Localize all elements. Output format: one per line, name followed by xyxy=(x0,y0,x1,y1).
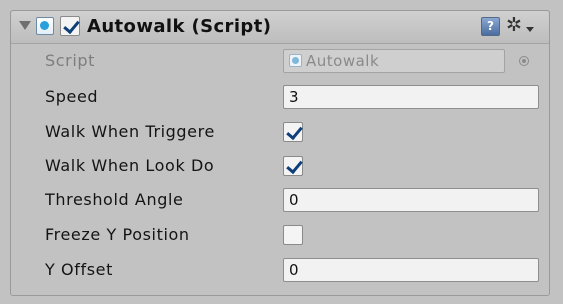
component-enabled-checkbox[interactable] xyxy=(60,16,80,36)
walk-when-triggered-checkbox[interactable] xyxy=(283,122,303,142)
component-title: Autowalk (Script) xyxy=(87,16,272,37)
script-object-field: Autowalk xyxy=(283,49,505,73)
checkmark-icon xyxy=(63,16,80,35)
foldout-arrow-icon[interactable] xyxy=(19,21,31,30)
row-walk-when-triggered: Walk When Triggere xyxy=(11,118,549,148)
script-file-icon xyxy=(289,54,302,67)
threshold-angle-label: Threshold Angle xyxy=(45,190,184,209)
row-y-offset: Y Offset 0 xyxy=(11,256,549,286)
checkmark-icon xyxy=(286,122,303,141)
component-header[interactable]: Autowalk (Script) ? ✲ xyxy=(11,11,549,44)
row-script: Script Autowalk xyxy=(11,47,549,77)
walk-when-look-down-checkbox[interactable] xyxy=(283,156,303,176)
gear-glyph: ✲ xyxy=(506,14,522,36)
script-icon xyxy=(36,17,54,35)
script-label: Script xyxy=(45,51,96,70)
row-walk-when-look-down: Walk When Look Do xyxy=(11,152,549,182)
row-freeze-y-position: Freeze Y Position xyxy=(11,221,549,251)
speed-input[interactable]: 3 xyxy=(283,85,539,109)
script-object-value: Autowalk xyxy=(306,52,380,70)
threshold-angle-input[interactable]: 0 xyxy=(283,188,539,212)
walk-when-look-down-label: Walk When Look Do xyxy=(45,156,215,175)
gear-icon[interactable]: ✲ xyxy=(506,13,536,37)
speed-label: Speed xyxy=(45,87,99,106)
y-offset-input[interactable]: 0 xyxy=(283,258,539,282)
row-threshold-angle: Threshold Angle 0 xyxy=(11,186,549,216)
inspector-component-panel: Autowalk (Script) ? ✲ Script Autowalk Sp… xyxy=(10,10,550,296)
freeze-y-position-label: Freeze Y Position xyxy=(45,225,190,244)
help-icon[interactable]: ? xyxy=(481,17,500,36)
row-speed: Speed 3 xyxy=(11,83,549,113)
object-picker-icon[interactable] xyxy=(519,56,529,66)
chevron-down-icon xyxy=(526,27,534,32)
y-offset-label: Y Offset xyxy=(45,260,113,279)
freeze-y-position-checkbox[interactable] xyxy=(283,225,303,245)
walk-when-triggered-label: Walk When Triggere xyxy=(45,122,215,141)
checkmark-icon xyxy=(286,156,303,175)
